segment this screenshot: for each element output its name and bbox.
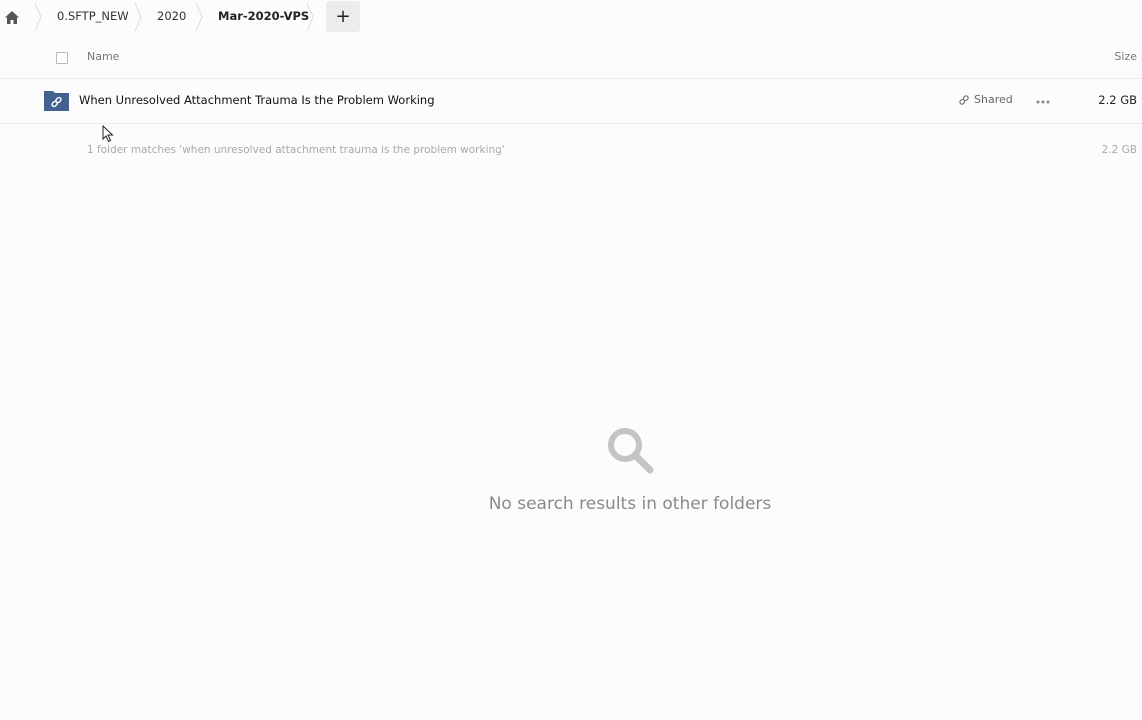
empty-state-message: No search results in other folders: [488, 494, 772, 514]
shared-folder-icon: [44, 91, 69, 111]
summary-size: 2.2 GB: [1101, 144, 1137, 156]
breadcrumb-item-2020[interactable]: 2020: [157, 0, 186, 34]
select-all-checkbox[interactable]: [56, 52, 68, 64]
search-summary: 1 folder matches 'when unresolved attach…: [87, 144, 505, 156]
chevron-right-icon: [134, 3, 142, 31]
column-header-name[interactable]: Name: [87, 50, 119, 63]
home-icon[interactable]: [4, 9, 20, 25]
chevron-right-icon: [195, 3, 203, 31]
breadcrumb-item-sftp-new[interactable]: 0.SFTP_NEW: [57, 0, 129, 34]
breadcrumb-item-mar-2020-vps[interactable]: Mar-2020-VPS: [218, 0, 309, 34]
more-options-icon[interactable]: [1034, 93, 1052, 109]
files-app: 0.SFTP_NEW 2020 Mar-2020-VPS + Name Size…: [0, 0, 1142, 720]
file-size: 2.2 GB: [1098, 93, 1137, 107]
table-row[interactable]: When Unresolved Attachment Trauma Is the…: [0, 79, 1142, 124]
search-icon: [608, 428, 654, 474]
chevron-right-icon: [306, 3, 314, 31]
shared-status[interactable]: Shared: [958, 93, 1013, 106]
file-name-link[interactable]: When Unresolved Attachment Trauma Is the…: [79, 93, 435, 107]
chevron-right-icon: [34, 3, 42, 31]
shared-label: Shared: [974, 93, 1013, 106]
column-header-size[interactable]: Size: [1114, 50, 1137, 63]
empty-state: No search results in other folders: [440, 424, 820, 514]
link-icon: [959, 94, 969, 105]
mouse-cursor-icon: [102, 125, 114, 143]
add-new-button[interactable]: +: [326, 1, 360, 32]
file-list-header: Name Size: [0, 40, 1142, 79]
